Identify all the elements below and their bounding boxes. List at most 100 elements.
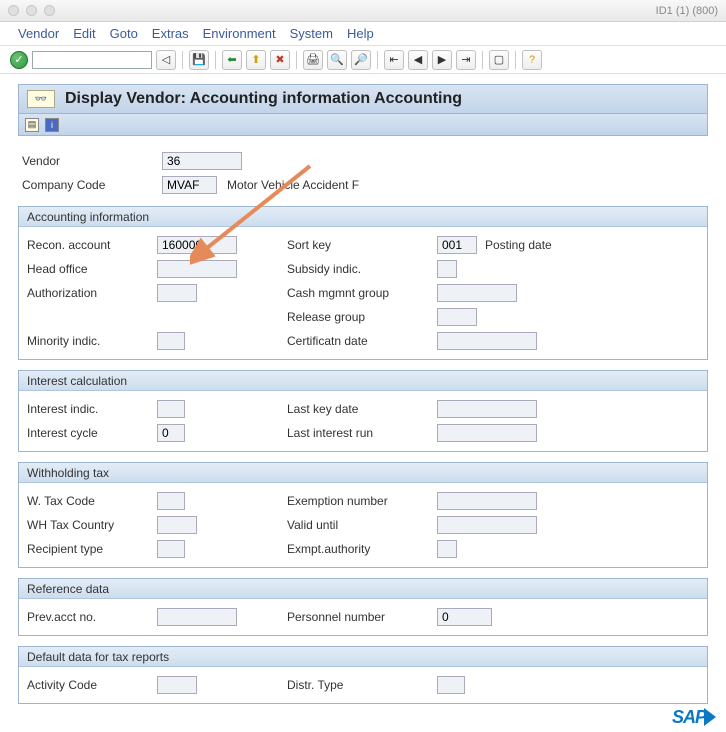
minority-indic-label: Minority indic. xyxy=(27,334,157,348)
vendor-label: Vendor xyxy=(22,154,162,168)
company-code-field[interactable] xyxy=(162,176,217,194)
wh-tax-country-field[interactable] xyxy=(157,516,197,534)
certificatn-date-label: Certificatn date xyxy=(287,334,437,348)
personnel-number-field[interactable] xyxy=(437,608,492,626)
transaction-icon[interactable]: 👓 xyxy=(27,90,55,108)
application-toolbar: ▤ i xyxy=(18,114,708,136)
interest-indic-field[interactable] xyxy=(157,400,185,418)
group-title-interest: Interest calculation xyxy=(19,371,707,391)
w-tax-code-label: W. Tax Code xyxy=(27,494,157,508)
exmpt-authority-label: Exmpt.authority xyxy=(287,542,437,556)
exemption-number-field[interactable] xyxy=(437,492,537,510)
head-office-label: Head office xyxy=(27,262,157,276)
group-withholding-tax: Withholding tax W. Tax Code Exemption nu… xyxy=(18,462,708,568)
group-title-default-tax: Default data for tax reports xyxy=(19,647,707,667)
last-key-date-field[interactable] xyxy=(437,400,537,418)
interest-indic-label: Interest indic. xyxy=(27,402,157,416)
menu-extras[interactable]: Extras xyxy=(152,26,189,41)
activity-code-label: Activity Code xyxy=(27,678,157,692)
recipient-type-label: Recipient type xyxy=(27,542,157,556)
menu-bar: Vendor Edit Goto Extras Environment Syst… xyxy=(0,22,726,46)
head-office-field[interactable] xyxy=(157,260,237,278)
system-toolbar: ✓ ◁ 💾 ⬅ ⬆ ✖ 🖨 🔍 🔎 ⇤ ◀ ▶ ⇥ ▢ ? xyxy=(0,46,726,74)
save-icon[interactable]: 💾 xyxy=(189,50,209,70)
release-group-field[interactable] xyxy=(437,308,477,326)
find-icon[interactable]: 🔍 xyxy=(327,50,347,70)
find-next-icon[interactable]: 🔎 xyxy=(351,50,371,70)
sap-logo: SAP xyxy=(672,707,716,728)
page-title-bar: 👓 Display Vendor: Accounting information… xyxy=(18,84,708,114)
group-default-tax-reports: Default data for tax reports Activity Co… xyxy=(18,646,708,704)
prev-acct-no-label: Prev.acct no. xyxy=(27,610,157,624)
page-title: Display Vendor: Accounting information A… xyxy=(65,90,462,108)
recipient-type-field[interactable] xyxy=(157,540,185,558)
recon-account-label: Recon. account xyxy=(27,238,157,252)
authorization-field[interactable] xyxy=(157,284,197,302)
prev-page-icon[interactable]: ◀ xyxy=(408,50,428,70)
print-icon[interactable]: 🖨 xyxy=(303,50,323,70)
recon-account-field[interactable] xyxy=(157,236,237,254)
subsidy-indic-label: Subsidy indic. xyxy=(287,262,437,276)
zoom-dot[interactable] xyxy=(44,5,55,16)
last-key-date-label: Last key date xyxy=(287,402,437,416)
group-reference-data: Reference data Prev.acct no. Personnel n… xyxy=(18,578,708,636)
interest-cycle-label: Interest cycle xyxy=(27,426,157,440)
close-dot[interactable] xyxy=(8,5,19,16)
vendor-field[interactable] xyxy=(162,152,242,170)
company-code-desc: Motor Vehicle Accident F xyxy=(227,178,359,192)
group-accounting-info: Accounting information Recon. account So… xyxy=(18,206,708,360)
w-tax-code-field[interactable] xyxy=(157,492,185,510)
cash-mgmnt-group-field[interactable] xyxy=(437,284,517,302)
group-title-withholding: Withholding tax xyxy=(19,463,707,483)
interest-cycle-field[interactable] xyxy=(157,424,185,442)
menu-edit[interactable]: Edit xyxy=(73,26,95,41)
new-session-icon[interactable]: ▢ xyxy=(489,50,509,70)
command-field[interactable] xyxy=(32,51,152,69)
group-interest-calculation: Interest calculation Interest indic. Las… xyxy=(18,370,708,452)
release-group-label: Release group xyxy=(287,310,437,324)
display-change-icon[interactable]: ▤ xyxy=(25,118,39,132)
sort-key-desc: Posting date xyxy=(485,238,552,252)
certificatn-date-field[interactable] xyxy=(437,332,537,350)
cash-mgmnt-group-label: Cash mgmnt group xyxy=(287,286,437,300)
dropdown-icon[interactable]: ◁ xyxy=(156,50,176,70)
sort-key-field[interactable] xyxy=(437,236,477,254)
activity-code-field[interactable] xyxy=(157,676,197,694)
last-page-icon[interactable]: ⇥ xyxy=(456,50,476,70)
session-label: ID1 (1) (800) xyxy=(656,5,718,17)
menu-system[interactable]: System xyxy=(290,26,333,41)
menu-goto[interactable]: Goto xyxy=(110,26,138,41)
next-page-icon[interactable]: ▶ xyxy=(432,50,452,70)
menu-help[interactable]: Help xyxy=(347,26,374,41)
group-title-reference: Reference data xyxy=(19,579,707,599)
distr-type-label: Distr. Type xyxy=(287,678,437,692)
personnel-number-label: Personnel number xyxy=(287,610,437,624)
wh-tax-country-label: WH Tax Country xyxy=(27,518,157,532)
sort-key-label: Sort key xyxy=(287,238,437,252)
exmpt-authority-field[interactable] xyxy=(437,540,457,558)
distr-type-field[interactable] xyxy=(437,676,465,694)
enter-icon[interactable]: ✓ xyxy=(10,51,28,69)
group-title-accounting: Accounting information xyxy=(19,207,707,227)
authorization-label: Authorization xyxy=(27,286,157,300)
menu-vendor[interactable]: Vendor xyxy=(18,26,59,41)
last-interest-run-label: Last interest run xyxy=(287,426,437,440)
help-icon[interactable]: ? xyxy=(522,50,542,70)
window-titlebar: ID1 (1) (800) xyxy=(0,0,726,22)
valid-until-field[interactable] xyxy=(437,516,537,534)
minimize-dot[interactable] xyxy=(26,5,37,16)
first-page-icon[interactable]: ⇤ xyxy=(384,50,404,70)
cancel-icon[interactable]: ✖ xyxy=(270,50,290,70)
valid-until-label: Valid until xyxy=(287,518,437,532)
exemption-number-label: Exemption number xyxy=(287,494,437,508)
back-icon[interactable]: ⬅ xyxy=(222,50,242,70)
company-code-label: Company Code xyxy=(22,178,162,192)
last-interest-run-field[interactable] xyxy=(437,424,537,442)
info-icon[interactable]: i xyxy=(45,118,59,132)
subsidy-indic-field[interactable] xyxy=(437,260,457,278)
menu-environment[interactable]: Environment xyxy=(203,26,276,41)
minority-indic-field[interactable] xyxy=(157,332,185,350)
prev-acct-no-field[interactable] xyxy=(157,608,237,626)
window-controls xyxy=(8,5,55,16)
exit-icon[interactable]: ⬆ xyxy=(246,50,266,70)
